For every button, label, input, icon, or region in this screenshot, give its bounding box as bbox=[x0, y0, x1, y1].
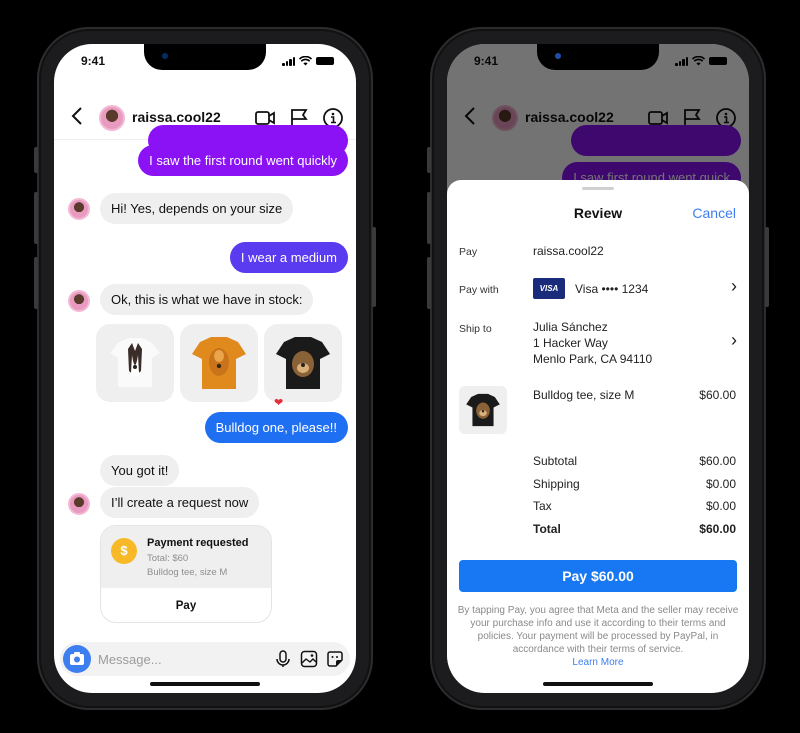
payment-request-pay-button[interactable]: Pay bbox=[101, 588, 271, 622]
ship-to-address-line2: Menlo Park, CA 94110 bbox=[533, 352, 653, 366]
message-bubble-sent[interactable]: I saw the first round went quickly bbox=[138, 145, 348, 176]
summary-label: Tax bbox=[533, 499, 552, 513]
cancel-button[interactable]: Cancel bbox=[692, 205, 736, 221]
volume-up-button bbox=[427, 192, 431, 244]
payment-method: Visa •••• 1234 bbox=[575, 282, 649, 296]
learn-more-link[interactable]: Learn More bbox=[457, 656, 739, 669]
tshirt-bulldog-image bbox=[276, 337, 330, 389]
pay-with-label: Pay with bbox=[459, 284, 499, 296]
microphone-icon bbox=[276, 650, 290, 667]
phone-review: 9:41 raissa.cool22 I saw first bbox=[427, 27, 769, 710]
volume-up-button bbox=[34, 192, 38, 244]
battery-icon bbox=[316, 57, 334, 65]
home-indicator bbox=[150, 682, 260, 686]
ship-to-address-line1: 1 Hacker Way bbox=[533, 336, 608, 350]
tshirt-collie-image bbox=[110, 338, 160, 387]
total-label: Total bbox=[533, 522, 561, 536]
pay-recipient: raissa.cool22 bbox=[533, 244, 604, 258]
sheet-grabber[interactable] bbox=[582, 187, 614, 190]
chevron-left-icon bbox=[71, 107, 82, 125]
contact-avatar[interactable] bbox=[99, 105, 125, 131]
chevron-right-icon: › bbox=[731, 330, 737, 350]
wifi-icon bbox=[299, 56, 312, 66]
image-icon bbox=[300, 650, 318, 668]
dollar-coin-icon: $ bbox=[111, 538, 137, 564]
message-bubble-received[interactable]: I’ll create a request now bbox=[100, 487, 260, 518]
volume-down-button bbox=[34, 257, 38, 309]
message-bubble-received[interactable]: Hi! Yes, depends on your size bbox=[100, 193, 294, 224]
ship-to-name: Julia Sánchez bbox=[533, 320, 608, 334]
legal-disclaimer: By tapping Pay, you agree that Meta and … bbox=[457, 604, 739, 669]
summary-label: Shipping bbox=[533, 477, 580, 491]
sticker-button[interactable] bbox=[326, 650, 344, 668]
product-card[interactable] bbox=[264, 324, 342, 402]
review-sheet: Review Cancel Pay raissa.cool22 Pay with… bbox=[447, 180, 749, 693]
payment-request-title: Payment requested bbox=[147, 537, 249, 549]
message-list[interactable]: I saw the first round went quickly Hi! Y… bbox=[54, 125, 356, 623]
status-time: 9:41 bbox=[81, 54, 106, 68]
mute-switch bbox=[34, 147, 38, 173]
message-bubble-received[interactable]: Ok, this is what we have in stock: bbox=[100, 284, 314, 315]
back-button[interactable] bbox=[70, 106, 90, 128]
product-card[interactable] bbox=[180, 324, 258, 402]
phone-chat: 9:41 raissa.cool22 I saw the first round… bbox=[34, 27, 376, 710]
notch bbox=[144, 44, 266, 70]
message-input[interactable]: Message... bbox=[98, 652, 162, 667]
chat-screen: 9:41 raissa.cool22 I saw the first round… bbox=[54, 44, 356, 693]
voice-message-button[interactable] bbox=[274, 650, 292, 668]
visa-card-icon: VISA bbox=[533, 278, 565, 299]
item-thumbnail bbox=[459, 386, 507, 434]
gallery-button[interactable] bbox=[300, 650, 318, 668]
message-bubble-sent[interactable]: I wear a medium bbox=[229, 242, 348, 273]
item-price: $60.00 bbox=[699, 388, 736, 402]
camera-button[interactable] bbox=[63, 645, 91, 673]
mute-switch bbox=[427, 147, 431, 173]
sender-avatar bbox=[68, 198, 90, 220]
summary-value: $60.00 bbox=[699, 454, 736, 468]
summary-value: $0.00 bbox=[705, 477, 736, 491]
total-value: $60.00 bbox=[699, 522, 736, 536]
legal-text: By tapping Pay, you agree that Meta and … bbox=[457, 605, 739, 655]
pay-button[interactable]: Pay $60.00 bbox=[459, 560, 737, 592]
payment-request-total: Total: $60 bbox=[147, 553, 189, 564]
product-card[interactable] bbox=[96, 324, 174, 402]
heart-reaction-icon: ❤ bbox=[274, 397, 284, 409]
message-bubble-received[interactable]: You got it! bbox=[100, 455, 180, 486]
notch bbox=[537, 44, 659, 70]
tshirt-bulldog-image bbox=[466, 393, 500, 427]
contact-username[interactable]: raissa.cool22 bbox=[132, 109, 221, 125]
item-name: Bulldog tee, size M bbox=[533, 388, 635, 402]
summary-value: $0.00 bbox=[705, 499, 736, 513]
camera-icon bbox=[70, 652, 84, 665]
message-composer: Message... bbox=[60, 642, 350, 676]
payment-request-card: $ Payment requested Total: $60 Bulldog t… bbox=[100, 525, 272, 623]
tshirt-golden-retriever-image bbox=[192, 337, 246, 389]
pay-label: Pay bbox=[459, 246, 478, 258]
chevron-right-icon: › bbox=[731, 276, 737, 296]
home-indicator bbox=[543, 682, 653, 686]
payment-request-item: Bulldog tee, size M bbox=[147, 567, 228, 578]
sender-avatar bbox=[68, 493, 90, 515]
review-screen: 9:41 raissa.cool22 I saw first bbox=[447, 44, 749, 693]
sender-avatar bbox=[68, 290, 90, 312]
sticker-icon bbox=[327, 651, 343, 667]
message-bubble-sent[interactable]: Bulldog one, please!! bbox=[204, 412, 348, 443]
ship-to-label: Ship to bbox=[459, 323, 492, 335]
volume-down-button bbox=[427, 257, 431, 309]
summary-label: Subtotal bbox=[533, 454, 578, 468]
power-button bbox=[765, 227, 769, 307]
power-button bbox=[372, 227, 376, 307]
cellular-signal-icon bbox=[282, 56, 295, 66]
